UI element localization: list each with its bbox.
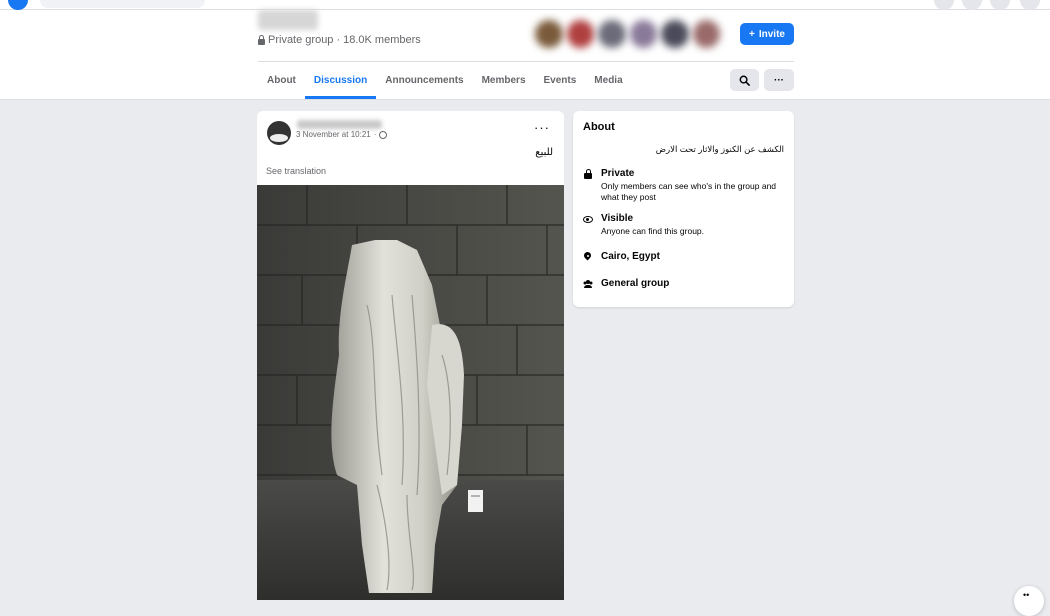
post-photo[interactable] [257, 185, 564, 600]
tab-media[interactable]: Media [585, 62, 631, 99]
about-row-group-type: General group [583, 278, 669, 289]
about-row-title[interactable]: Cairo, Egypt [601, 251, 660, 262]
group-member-count[interactable]: 18.0K members [343, 34, 421, 46]
post-timestamp[interactable]: 3 November at 10:21 [296, 130, 371, 139]
meta-separator: · [336, 34, 341, 46]
about-title: About [583, 121, 615, 133]
location-pin-icon [583, 252, 593, 262]
invite-label: Invite [758, 28, 785, 40]
avatar[interactable] [267, 121, 291, 145]
lock-icon [258, 34, 265, 45]
global-search-input[interactable] [40, 0, 205, 8]
about-description: الكشف عن الكنوز والاثار تحت الارض [655, 144, 784, 154]
people-icon [583, 279, 593, 289]
about-row-location: Cairo, Egypt [583, 251, 660, 262]
member-avatars-blurred[interactable] [535, 20, 720, 48]
tab-events[interactable]: Events [535, 62, 586, 99]
plus-icon: + [749, 28, 755, 40]
group-meta: Private group · 18.0K members [258, 34, 421, 46]
tab-discussion[interactable]: Discussion [304, 62, 377, 99]
group-header: Private group · 18.0K members + Invite A… [0, 10, 1050, 100]
about-row-subtitle: Anyone can find this group. [601, 226, 705, 236]
post-author-blurred[interactable] [297, 120, 382, 129]
lock-icon [583, 169, 593, 179]
post-timestamp-row: 3 November at 10:21 · [296, 130, 388, 139]
about-row-title: Visible [601, 213, 634, 224]
messenger-icon[interactable] [962, 0, 982, 10]
about-card: About الكشف عن الكنوز والاثار تحت الارض … [573, 111, 794, 307]
more-icon: ··· [774, 74, 784, 86]
group-name-blurred [258, 10, 318, 30]
about-row-private: Private Only members can see who's in th… [583, 168, 791, 203]
post-card: 3 November at 10:21 · ··· للبيع See tran… [257, 111, 564, 600]
tab-announcements[interactable]: Announcements [376, 62, 472, 99]
tab-members[interactable]: Members [473, 62, 535, 99]
group-privacy: Private group [268, 34, 334, 46]
timestamp-separator: · [373, 130, 377, 139]
audience-icon [379, 130, 388, 139]
more-options-button[interactable]: ··· [764, 69, 794, 91]
post-text: للبيع [535, 147, 553, 158]
group-tabs: About Discussion Announcements Members E… [258, 62, 632, 99]
about-row-title: Private [601, 168, 635, 179]
post-more-button[interactable]: ··· [534, 120, 550, 135]
menu-icon[interactable] [934, 0, 954, 10]
search-icon [739, 75, 750, 86]
tab-about[interactable]: About [258, 62, 305, 99]
see-translation-link[interactable]: See translation [266, 166, 326, 176]
account-icon[interactable] [1020, 0, 1040, 10]
about-row-subtitle: Only members can see who's in the group … [601, 181, 777, 202]
chat-bubble-icon[interactable] [1014, 586, 1044, 616]
search-button[interactable] [730, 69, 759, 91]
invite-button[interactable]: + Invite [740, 23, 794, 45]
notifications-icon[interactable] [990, 0, 1010, 10]
about-row-title: General group [601, 278, 670, 289]
about-row-visible: Visible Anyone can find this group. [583, 213, 704, 237]
eye-icon [583, 214, 593, 224]
global-top-bar [0, 0, 1050, 10]
facebook-logo-icon[interactable] [8, 0, 28, 10]
